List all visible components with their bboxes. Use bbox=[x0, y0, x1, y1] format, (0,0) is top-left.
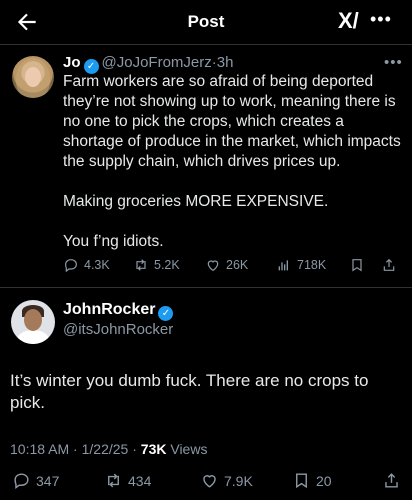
like-button[interactable]: 7.9K bbox=[200, 471, 253, 490]
views-count[interactable]: 73K bbox=[141, 441, 167, 457]
author-name[interactable]: Jo bbox=[63, 54, 81, 71]
verified-badge-icon: ✓ bbox=[158, 306, 174, 321]
repost-button[interactable]: 434 bbox=[104, 471, 151, 490]
reply-author-name[interactable]: JohnRocker ✓ bbox=[63, 301, 176, 321]
divider bbox=[0, 44, 412, 45]
x-logo-icon[interactable]: X/ bbox=[338, 8, 359, 34]
repost-button[interactable]: 5.2K bbox=[133, 257, 180, 273]
author-handle[interactable]: @JoJoFromJerz bbox=[102, 54, 212, 71]
repost-count: 434 bbox=[128, 472, 152, 489]
reply-button[interactable]: 347 bbox=[12, 471, 59, 490]
heart-icon bbox=[203, 475, 216, 488]
reply-icon bbox=[65, 259, 77, 273]
post-date: 1/22/25 bbox=[81, 441, 129, 457]
reply-name-text: JohnRocker bbox=[63, 301, 156, 318]
views-button[interactable]: 718K bbox=[276, 257, 326, 273]
tweet-actions: 4.3K 5.2K 26K 718K bbox=[63, 257, 403, 277]
tweet-more-icon[interactable]: ••• bbox=[384, 54, 403, 71]
views-label: Views bbox=[170, 441, 208, 457]
like-button[interactable]: 26K bbox=[205, 257, 248, 273]
share-button[interactable] bbox=[382, 471, 401, 490]
reply-count: 4.3K bbox=[84, 258, 110, 272]
bookmark-button[interactable]: 20 bbox=[292, 471, 332, 490]
tweet-header: Jo ✓ @JoJoFromJerz·3h bbox=[63, 54, 233, 74]
post-meta: 10:18 AM · 1/22/25 · 73K Views bbox=[10, 441, 208, 457]
share-icon bbox=[383, 258, 395, 271]
tweet-text: Farm workers are so afraid of being depo… bbox=[63, 73, 401, 250]
repost-icon bbox=[136, 259, 146, 271]
reply-text: It’s winter you dumb fuck. There are no … bbox=[10, 371, 369, 412]
bookmark-icon bbox=[296, 473, 307, 489]
more-options-icon[interactable]: ••• bbox=[370, 9, 392, 30]
reply-author-handle[interactable]: @itsJohnRocker bbox=[63, 321, 173, 338]
heart-icon bbox=[207, 260, 219, 272]
reply-actions: 347 434 7.9K 20 bbox=[12, 471, 404, 493]
avatar[interactable] bbox=[12, 56, 54, 98]
top-bar: Post X/ ••• bbox=[0, 0, 412, 44]
view-count: 718K bbox=[297, 258, 327, 272]
share-icon bbox=[385, 473, 398, 488]
share-button[interactable] bbox=[381, 257, 397, 273]
reply-count: 347 bbox=[36, 472, 60, 489]
like-count: 26K bbox=[226, 258, 249, 272]
views-icon bbox=[278, 260, 288, 271]
repost-count: 5.2K bbox=[154, 258, 180, 272]
avatar[interactable] bbox=[11, 300, 55, 344]
reply-icon bbox=[14, 473, 29, 490]
like-count: 7.9K bbox=[224, 472, 253, 489]
tweet-time: 3h bbox=[216, 54, 234, 71]
divider bbox=[0, 287, 412, 288]
reply-button[interactable]: 4.3K bbox=[63, 257, 110, 273]
repost-icon bbox=[108, 473, 119, 488]
bookmark-count: 20 bbox=[316, 472, 332, 489]
bookmark-icon bbox=[352, 259, 362, 272]
bookmark-button[interactable] bbox=[349, 257, 365, 273]
post-time: 10:18 AM bbox=[10, 441, 70, 457]
